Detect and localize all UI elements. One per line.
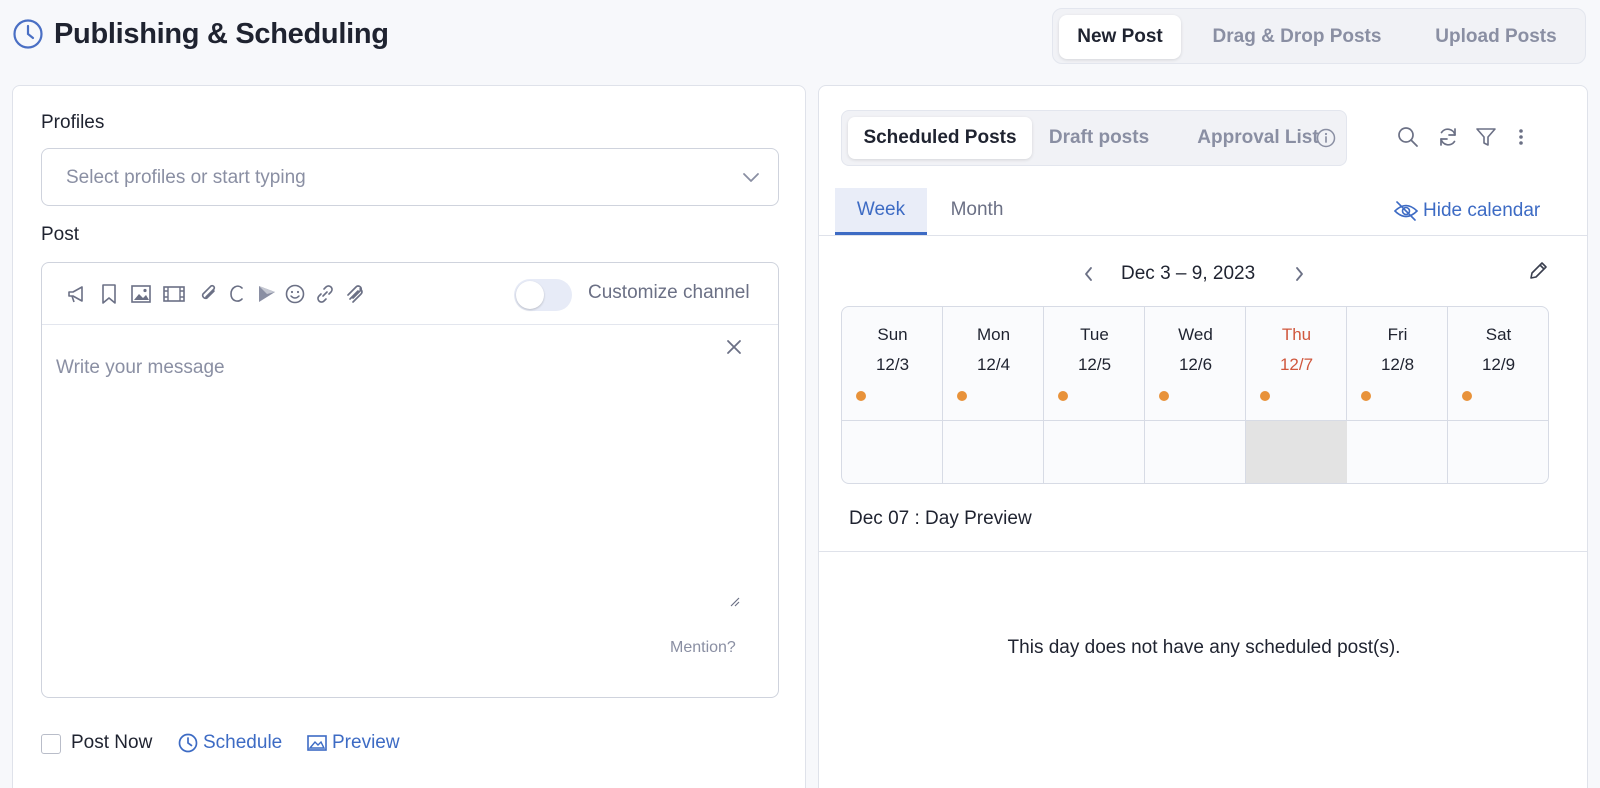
empty-state-message: This day does not have any scheduled pos…	[1007, 637, 1401, 658]
day-date: 12/9	[1481, 355, 1516, 374]
day-indicator-dot	[856, 391, 866, 401]
day-name: Thu	[1281, 325, 1312, 344]
chevron-right-icon[interactable]	[1293, 266, 1305, 282]
pencil-icon[interactable]	[1527, 260, 1549, 282]
day-cell[interactable]	[842, 420, 943, 483]
post-label: Post	[41, 224, 80, 245]
tab-drag-drop-posts[interactable]: Drag & Drop Posts	[1199, 15, 1395, 59]
megaphone-icon[interactable]	[66, 283, 88, 305]
calendar-panel: Scheduled Posts Draft posts Approval Lis…	[818, 85, 1588, 788]
day-date: 12/3	[875, 355, 910, 374]
profiles-label: Profiles	[41, 112, 105, 133]
bookmark-icon[interactable]	[100, 283, 118, 305]
emoji-icon[interactable]	[284, 283, 306, 305]
day-cell[interactable]	[1246, 420, 1347, 483]
refresh-icon[interactable]	[1437, 126, 1459, 148]
day-indicator-dot	[957, 391, 967, 401]
tab-approval-list-label: Approval List	[1197, 127, 1319, 148]
close-icon[interactable]	[726, 339, 742, 355]
day-name: Mon	[976, 325, 1011, 344]
day-column-mon[interactable]: Mon 12/4	[943, 307, 1044, 483]
clock-icon	[177, 732, 199, 754]
customize-channel-toggle[interactable]	[514, 279, 572, 311]
day-column-fri[interactable]: Fri 12/8	[1347, 307, 1448, 483]
day-column-wed[interactable]: Wed 12/6	[1145, 307, 1246, 483]
day-indicator-dot	[1361, 391, 1371, 401]
post-toolbar: Customize channel	[42, 263, 778, 325]
filter-icon[interactable]	[1475, 126, 1497, 148]
day-preview-title: Dec 07 : Day Preview	[849, 508, 1032, 529]
day-column-sun[interactable]: Sun 12/3	[842, 307, 943, 483]
attachment-icon[interactable]	[198, 283, 220, 305]
page-title: Publishing & Scheduling	[54, 18, 389, 50]
week-grid: Sun 12/3 Mon 12/4 Tue 12/5 Wed 12/6 Thu 12/7 Fri 12…	[841, 306, 1549, 484]
post-editor: Customize channel Write your message Men…	[41, 262, 779, 698]
page-header: Publishing & Scheduling New Post Drag & …	[0, 0, 1600, 80]
calendar-tabs: Scheduled Posts Draft posts Approval Lis…	[841, 110, 1347, 166]
image-icon[interactable]	[130, 283, 152, 305]
chevron-down-icon	[742, 171, 760, 183]
day-name: Fri	[1387, 325, 1408, 344]
day-column-sat[interactable]: Sat 12/9	[1448, 307, 1548, 483]
preview-label: Preview	[332, 732, 400, 753]
day-cell[interactable]	[1448, 420, 1548, 483]
schedule-label: Schedule	[203, 732, 283, 753]
day-name: Sat	[1485, 325, 1512, 344]
profiles-placeholder: Select profiles or start typing	[66, 167, 306, 188]
post-now-checkbox[interactable]	[41, 734, 61, 754]
day-cell[interactable]	[1145, 420, 1246, 483]
day-indicator-dot	[1058, 391, 1068, 401]
video-icon[interactable]	[162, 283, 186, 305]
view-tabs: Week Month Hide calendar	[819, 188, 1587, 236]
tab-draft-posts[interactable]: Draft posts	[1038, 117, 1160, 159]
week-range-label: Dec 3 – 9, 2023	[1121, 263, 1256, 284]
day-cell[interactable]	[1347, 420, 1448, 483]
day-indicator-dot	[1260, 391, 1270, 401]
profiles-select[interactable]: Select profiles or start typing	[41, 148, 779, 206]
day-cell[interactable]	[943, 420, 1044, 483]
tab-approval-list[interactable]: Approval List	[1172, 117, 1344, 159]
post-actions: Post Now Schedule Preview	[41, 732, 741, 762]
mention-link[interactable]: Mention?	[670, 639, 736, 657]
info-icon	[1316, 128, 1336, 148]
chevron-left-icon[interactable]	[1083, 266, 1095, 282]
hide-calendar-label: Hide calendar	[1423, 200, 1541, 221]
day-indicator-dot	[1159, 391, 1169, 401]
more-vertical-icon[interactable]	[1517, 126, 1525, 148]
day-date: 12/7	[1279, 355, 1314, 374]
composer-panel: Profiles Select profiles or start typing…	[12, 85, 806, 788]
clock-icon	[12, 18, 44, 50]
eye-off-icon	[1393, 200, 1419, 222]
resize-handle-icon[interactable]	[728, 595, 740, 607]
search-icon[interactable]	[1397, 126, 1419, 148]
tab-upload-posts[interactable]: Upload Posts	[1415, 15, 1577, 59]
day-date: 12/6	[1178, 355, 1213, 374]
day-date: 12/4	[976, 355, 1011, 374]
message-input[interactable]: Write your message	[56, 357, 746, 607]
day-date: 12/8	[1380, 355, 1415, 374]
canva-icon[interactable]	[228, 283, 246, 305]
toggle-knob	[516, 281, 544, 309]
integration-icon[interactable]	[344, 283, 366, 305]
tab-month[interactable]: Month	[937, 188, 1017, 235]
tab-new-post[interactable]: New Post	[1059, 15, 1181, 59]
day-cell[interactable]	[1044, 420, 1145, 483]
tab-week[interactable]: Week	[835, 188, 927, 235]
customize-channel-label: Customize channel	[588, 282, 750, 303]
day-name: Sun	[877, 325, 908, 344]
day-name: Wed	[1178, 325, 1213, 344]
top-tabs: New Post Drag & Drop Posts Upload Posts	[1052, 8, 1586, 64]
divider	[819, 551, 1587, 552]
day-date: 12/5	[1077, 355, 1112, 374]
image-icon	[306, 732, 328, 754]
tab-scheduled-posts[interactable]: Scheduled Posts	[848, 117, 1032, 159]
link-icon[interactable]	[314, 283, 336, 305]
day-indicator-dot	[1462, 391, 1472, 401]
flag-icon[interactable]	[256, 283, 278, 305]
post-now-label: Post Now	[71, 732, 153, 753]
day-name: Tue	[1080, 325, 1109, 344]
day-column-thu[interactable]: Thu 12/7	[1246, 307, 1347, 483]
day-column-tue[interactable]: Tue 12/5	[1044, 307, 1145, 483]
